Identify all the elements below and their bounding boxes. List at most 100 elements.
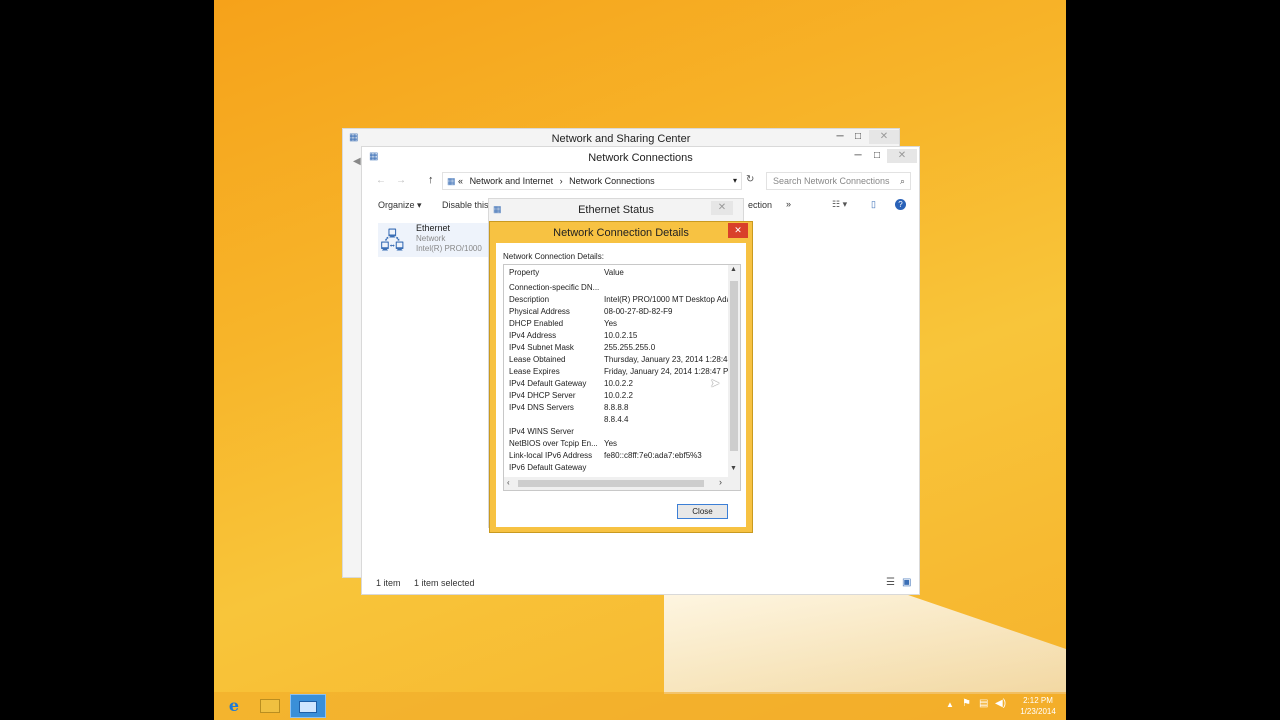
property-cell: IPv4 Address [509, 331, 557, 340]
property-cell: IPv4 DHCP Server [509, 391, 576, 400]
refresh-icon[interactable]: ↻ [746, 174, 754, 185]
file-explorer-icon[interactable] [252, 694, 288, 718]
network-tray-icon[interactable]: ▤ [979, 698, 988, 709]
organize-button[interactable]: Organize ▾ [378, 200, 422, 211]
minimize-icon[interactable]: ─ [849, 149, 867, 163]
value-cell: Yes [604, 439, 618, 448]
property-column-header[interactable]: Property [509, 268, 539, 277]
clock-date: 1/23/2014 [1020, 707, 1056, 716]
value-cell: fe80::c8ff:7e0:ada7:ebf5%3 [604, 451, 702, 460]
back-icon[interactable]: ◀ [353, 156, 361, 167]
property-cell: Lease Expires [509, 367, 560, 376]
property-cell: IPv4 DNS Servers [509, 403, 574, 412]
details-dialog-title: Network Connection Details [553, 227, 689, 239]
address-sep: › [559, 176, 563, 186]
up-arrow-icon[interactable]: ↑ [428, 174, 434, 186]
horizontal-scroll-thumb[interactable] [518, 480, 704, 487]
clock-time: 2:12 PM [1023, 696, 1053, 705]
clock[interactable]: 2:12 PM 1/23/2014 [1014, 695, 1062, 717]
table-row[interactable]: Connection-specific DN... [509, 283, 728, 295]
property-cell: Connection-specific DN... [509, 283, 600, 292]
address-bar[interactable]: ▦ « Network and Internet › Network Conne… [442, 172, 742, 190]
close-icon[interactable]: ✕ [869, 130, 899, 144]
table-row[interactable]: Lease Expires Friday, January 24, 2014 1:… [509, 367, 728, 379]
disable-device-button[interactable]: Disable this [442, 200, 489, 210]
value-cell: 10.0.2.2 [604, 391, 633, 400]
value-cell: Intel(R) PRO/1000 MT Desktop Adap [604, 295, 728, 304]
value-cell: Thursday, January 23, 2014 1:28:48 F [604, 355, 728, 364]
connection-settings-button[interactable]: ection [748, 200, 772, 210]
help-icon[interactable]: ? [895, 199, 906, 210]
volume-icon[interactable]: ◀) [995, 698, 1006, 709]
table-row[interactable]: IPv4 WINS Server [509, 427, 728, 439]
table-row[interactable]: IPv4 Address 10.0.2.15 [509, 331, 728, 343]
search-icon[interactable]: ⌕ [900, 173, 905, 189]
search-placeholder: Search Network Connections [773, 176, 890, 186]
maximize-icon[interactable]: □ [849, 130, 867, 144]
address-part-network-internet[interactable]: Network and Internet [470, 176, 554, 186]
preview-pane-icon[interactable]: ▯ [871, 199, 876, 210]
more-commands-button[interactable]: » [786, 199, 791, 209]
details-view-icon[interactable]: ☰ [886, 577, 895, 588]
back-arrow-icon[interactable]: ← [376, 175, 386, 186]
property-cell: IPv4 Default Gateway [509, 379, 587, 388]
ethernet-connection-item[interactable]: 🖧 Ethernet Network Intel(R) PRO/1000 [378, 223, 488, 257]
table-row[interactable]: 8.8.4.4 [509, 415, 728, 427]
vertical-scrollbar[interactable]: ▲ ▼ [728, 265, 740, 477]
maximize-icon[interactable]: □ [868, 149, 886, 163]
vertical-scroll-thumb[interactable] [730, 281, 738, 451]
table-row[interactable]: IPv4 DNS Servers 8.8.8.8 [509, 403, 728, 415]
show-hidden-icons-icon[interactable]: ▲ [946, 700, 954, 709]
property-cell: IPv4 WINS Server [509, 427, 574, 436]
scroll-up-icon[interactable]: ▲ [730, 266, 737, 273]
ethernet-status-title: Ethernet Status [578, 204, 654, 216]
minimize-icon[interactable]: ─ [831, 130, 849, 144]
table-row[interactable]: IPv6 Default Gateway [509, 463, 728, 475]
property-cell: Link-local IPv6 Address [509, 451, 593, 460]
property-cell: IPv4 Subnet Mask [509, 343, 574, 352]
table-row[interactable]: Lease Obtained Thursday, January 23, 2014… [509, 355, 728, 367]
address-root-sep[interactable]: « [458, 176, 463, 186]
table-row[interactable]: Link-local IPv6 Address fe80::c8ff:7e0:ad… [509, 451, 728, 463]
network-connections-title: Network Connections [588, 152, 693, 164]
mouse-cursor-icon: ➤ [710, 376, 721, 390]
details-dialog-body: Network Connection Details: Property Val… [496, 243, 746, 527]
taskbar: e ▲ ⚑ ▤ ◀) 2:12 PM 1/23/2014 [214, 692, 1066, 720]
value-cell: 08-00-27-8D-82-F9 [604, 307, 673, 316]
table-row[interactable]: Description Intel(R) PRO/1000 MT Desktop … [509, 295, 728, 307]
scroll-right-icon[interactable]: › [719, 477, 722, 487]
large-icons-view-icon[interactable]: ▣ [902, 577, 911, 588]
scroll-left-icon[interactable]: ‹ [507, 478, 510, 487]
table-row[interactable]: IPv4 DHCP Server 10.0.2.2 [509, 391, 728, 403]
scroll-down-icon[interactable]: ▼ [730, 465, 737, 472]
close-button[interactable]: Close [677, 504, 728, 519]
table-row[interactable]: IPv4 Subnet Mask 255.255.255.0 [509, 343, 728, 355]
property-cell: Physical Address [509, 307, 570, 316]
address-part-network-connections[interactable]: Network Connections [569, 176, 655, 186]
action-center-flag-icon[interactable]: ⚑ [962, 698, 971, 709]
table-row[interactable]: DHCP Enabled Yes [509, 319, 728, 331]
table-row[interactable]: NetBIOS over Tcpip En... Yes [509, 439, 728, 451]
close-icon[interactable]: ✕ [728, 223, 748, 238]
table-row[interactable]: IPv4 Default Gateway 10.0.2.2 [509, 379, 728, 391]
dropdown-icon[interactable]: ▾ [733, 173, 737, 189]
folder-icon: ▦ [447, 176, 456, 186]
close-icon[interactable]: ✕ [887, 149, 917, 163]
forward-arrow-icon[interactable]: → [396, 175, 406, 186]
details-list[interactable]: Property Value Connection-specific DN...… [503, 264, 741, 491]
table-row[interactable]: Physical Address 08-00-27-8D-82-F9 [509, 307, 728, 319]
value-cell: 8.8.4.4 [604, 415, 629, 424]
property-cell: NetBIOS over Tcpip En... [509, 439, 598, 448]
desktop-light-area [664, 594, 1066, 694]
value-column-header[interactable]: Value [604, 268, 624, 277]
change-view-icon[interactable]: ☷ ▾ [832, 199, 847, 210]
property-cell: DHCP Enabled [509, 319, 564, 328]
item-count: 1 item [376, 578, 401, 588]
desktop: ▦ Network and Sharing Center ─ □ ✕ ◀ ▦ N… [214, 0, 1066, 720]
search-input[interactable]: Search Network Connections ⌕ [766, 172, 911, 190]
details-rows: Connection-specific DN... Description Int… [504, 283, 728, 475]
horizontal-scrollbar[interactable]: ‹ › [504, 477, 740, 490]
network-connections-taskbar-icon[interactable] [290, 694, 326, 718]
close-icon[interactable]: ✕ [711, 201, 733, 215]
internet-explorer-icon[interactable]: e [216, 694, 252, 718]
